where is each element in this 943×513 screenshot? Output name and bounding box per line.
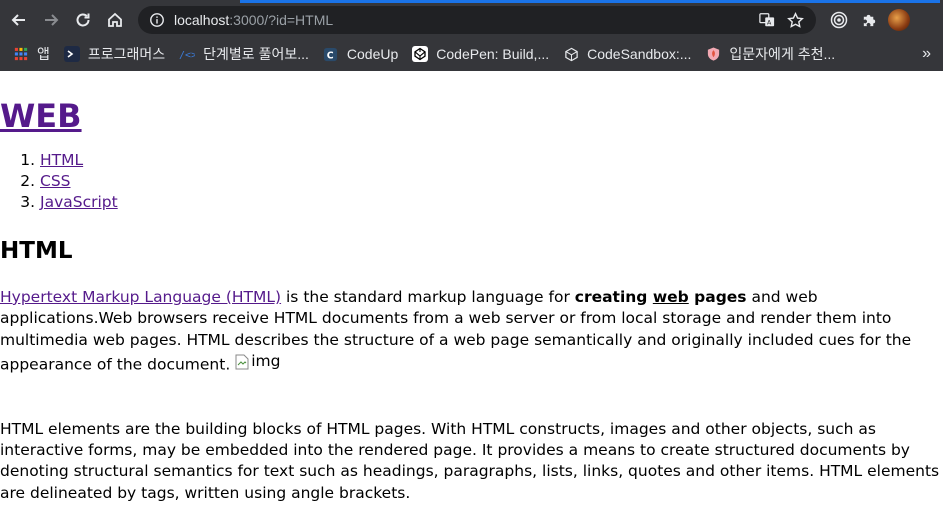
bookmark-item[interactable]: CodePen: Build,...	[405, 41, 556, 67]
nav-link-html[interactable]: HTML	[40, 151, 83, 169]
target-extension-icon[interactable]	[826, 7, 852, 33]
bookmark-label: CodePen: Build,...	[436, 46, 550, 62]
svg-text:/<>: /<>	[179, 50, 195, 61]
p1-bold-underline: web	[652, 288, 689, 306]
article-paragraph-1: Hypertext Markup Language (HTML) is the …	[0, 287, 943, 376]
back-arrow-icon[interactable]	[6, 7, 32, 33]
nav-link-javascript[interactable]: JavaScript	[40, 193, 118, 211]
shield-icon	[705, 46, 721, 62]
bookmark-item[interactable]: 앱	[6, 41, 57, 67]
tab-strip-edge	[0, 0, 943, 3]
url-path: :3000/?id=HTML	[229, 12, 334, 28]
image-alt-text: img	[251, 351, 281, 370]
codepen-icon	[412, 46, 429, 62]
bookmark-label: 프로그래머스	[87, 46, 166, 62]
bookmark-item[interactable]: 프로그래머스	[57, 41, 172, 67]
bookmark-star-icon[interactable]	[784, 9, 806, 31]
svg-text:C: C	[327, 50, 334, 61]
codesandbox-icon	[563, 46, 579, 62]
bookmark-label: 단계별로 풀어보...	[203, 46, 309, 62]
translate-icon[interactable]: A	[756, 9, 778, 31]
p1-text-a: is the standard markup language for	[281, 288, 575, 306]
p1-bold: creating web pages	[575, 288, 747, 306]
code-brackets-icon: /<>	[179, 46, 195, 62]
bookmark-item[interactable]: C CodeUp	[316, 41, 405, 67]
address-bar[interactable]: localhost:3000/?id=HTML A	[138, 6, 816, 34]
forward-arrow-icon[interactable]	[38, 7, 64, 33]
nav-list: HTML CSS JavaScript	[0, 150, 943, 213]
bookmark-item[interactable]: /<> 단계별로 풀어보...	[172, 41, 316, 67]
extensions-puzzle-icon[interactable]	[856, 7, 882, 33]
p1-bold-b: pages	[688, 288, 747, 306]
browser-chrome: localhost:3000/?id=HTML A 앱 프로그래머스 /<> 단계별로…	[0, 0, 943, 71]
profile-avatar[interactable]	[886, 7, 912, 33]
broken-image: img	[235, 351, 280, 372]
bookmark-label: CodeSandbox:...	[587, 46, 692, 62]
bookmark-item[interactable]: 입문자에게 추천...	[698, 41, 842, 67]
site-info-icon[interactable]	[148, 11, 166, 29]
p1-bold-a: creating	[574, 288, 653, 306]
home-icon[interactable]	[102, 7, 128, 33]
url-host: localhost	[174, 12, 230, 28]
site-title: WEB	[0, 96, 943, 136]
browser-toolbar: localhost:3000/?id=HTML A	[0, 3, 943, 37]
bookmark-label: CodeUp	[346, 46, 399, 62]
nav-item: CSS	[40, 171, 943, 192]
url-text[interactable]: localhost:3000/?id=HTML	[174, 12, 333, 28]
site-title-link[interactable]: WEB	[0, 97, 82, 135]
article-heading: HTML	[0, 238, 73, 264]
bookmarks-overflow-button[interactable]: »	[922, 45, 937, 63]
reload-icon[interactable]	[70, 7, 96, 33]
programmers-icon	[63, 46, 80, 62]
bookmark-label: 입문자에게 추천...	[729, 46, 836, 62]
codeup-icon: C	[323, 46, 339, 62]
nav-item: JavaScript	[40, 192, 943, 213]
article-paragraph-2: HTML elements are the building blocks of…	[0, 419, 940, 502]
bookmarks-bar: 앱 프로그래머스 /<> 단계별로 풀어보... C CodeUp CodePen: Bui…	[0, 37, 943, 71]
bookmark-item[interactable]: CodeSandbox:...	[556, 41, 698, 67]
nav-link-css[interactable]: CSS	[40, 172, 71, 190]
apps-grid-icon	[13, 46, 29, 62]
bookmark-label: 앱	[37, 46, 50, 62]
broken-image-icon	[235, 354, 249, 370]
html-wiki-link[interactable]: Hypertext Markup Language (HTML)	[0, 288, 281, 306]
page-content: WEB HTML CSS JavaScript HTML Hypertext M…	[0, 96, 943, 504]
svg-text:A: A	[767, 19, 772, 26]
nav-item: HTML	[40, 150, 943, 171]
